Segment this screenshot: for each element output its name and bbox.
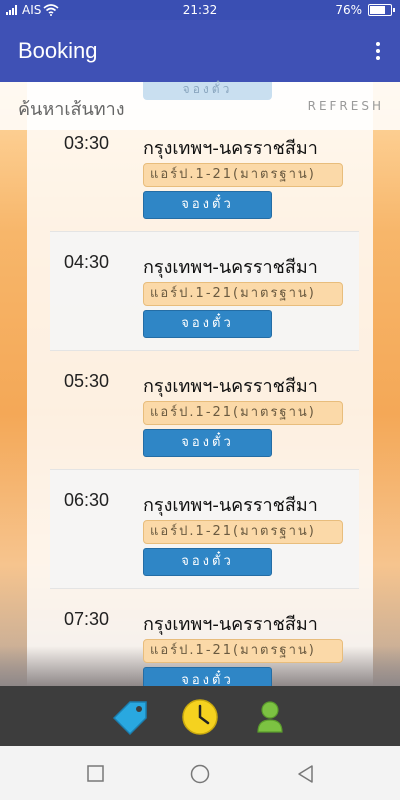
bus-type-chip: แอร์ป.1-21(มาตรฐาน) (143, 282, 343, 306)
trip-destination: กรุงเทพฯ-นครราชสีมา (143, 138, 318, 159)
book-button[interactable]: จองตั๋ว (143, 548, 272, 576)
trip-time: 04:30 (64, 252, 110, 272)
app-bar: Booking (0, 20, 400, 82)
trip-row[interactable]: 04:30 กรุงเทพฯ-นครราชสีมา แอร์ป.1-21(มาต… (50, 232, 359, 351)
bus-type-chip: แอร์ป.1-21(มาตรฐาน) (143, 520, 343, 544)
trip-row[interactable]: 03:30 กรุงเทพฯ-นครราชสีมา แอร์ป.1-21(มาต… (50, 130, 359, 232)
trip-destination: กรุงเทพฯ-นครราชสีมา (143, 495, 318, 516)
status-bar: AIS 21:32 76% (0, 0, 400, 20)
recents-icon[interactable] (86, 764, 106, 784)
trip-time: 05:30 (64, 371, 110, 391)
trip-time: 07:30 (64, 609, 110, 629)
status-right: 76% (335, 3, 395, 17)
bus-type-chip: แอร์ป.1-21(มาตรฐาน) (143, 163, 343, 187)
refresh-button[interactable]: REFRESH (308, 99, 384, 113)
book-button[interactable]: จองตั๋ว (143, 191, 272, 219)
back-icon[interactable] (296, 764, 316, 784)
bus-type-chip: แอร์ป.1-21(มาตรฐาน) (143, 639, 343, 663)
battery-percent: 76% (335, 3, 362, 17)
home-icon[interactable] (190, 764, 210, 784)
battery-icon (368, 4, 395, 16)
tag-icon[interactable] (110, 698, 150, 736)
trip-list: 03:30 กรุงเทพฯ-นครราชสีมา แอร์ป.1-21(มาต… (50, 130, 359, 695)
book-button-partial[interactable]: จองตั๋ว (143, 82, 272, 100)
system-nav-bar (0, 746, 400, 800)
search-route-label[interactable]: ค้นหาเส้นทาง (18, 94, 125, 123)
user-icon[interactable] (250, 698, 290, 736)
more-vert-icon[interactable] (370, 40, 386, 62)
trip-time: 03:30 (64, 133, 110, 153)
trip-time: 06:30 (64, 490, 110, 510)
trip-row[interactable]: 07:30 กรุงเทพฯ-นครราชสีมา แอร์ป.1-21(มาต… (50, 589, 359, 695)
trip-row[interactable]: 06:30 กรุงเทพฯ-นครราชสีมา แอร์ป.1-21(มาต… (50, 470, 359, 589)
bus-type-chip: แอร์ป.1-21(มาตรฐาน) (143, 401, 343, 425)
clock-icon[interactable] (180, 698, 220, 736)
trip-row[interactable]: 05:30 กรุงเทพฯ-นครราชสีมา แอร์ป.1-21(มาต… (50, 351, 359, 470)
trip-destination: กรุงเทพฯ-นครราชสีมา (143, 376, 318, 397)
book-button[interactable]: จองตั๋ว (143, 429, 272, 457)
book-button[interactable]: จองตั๋ว (143, 310, 272, 338)
trip-destination: กรุงเทพฯ-นครราชสีมา (143, 257, 318, 278)
bottom-tab-bar (0, 686, 400, 746)
page-title: Booking (18, 38, 98, 63)
trip-destination: กรุงเทพฯ-นครราชสีมา (143, 614, 318, 635)
